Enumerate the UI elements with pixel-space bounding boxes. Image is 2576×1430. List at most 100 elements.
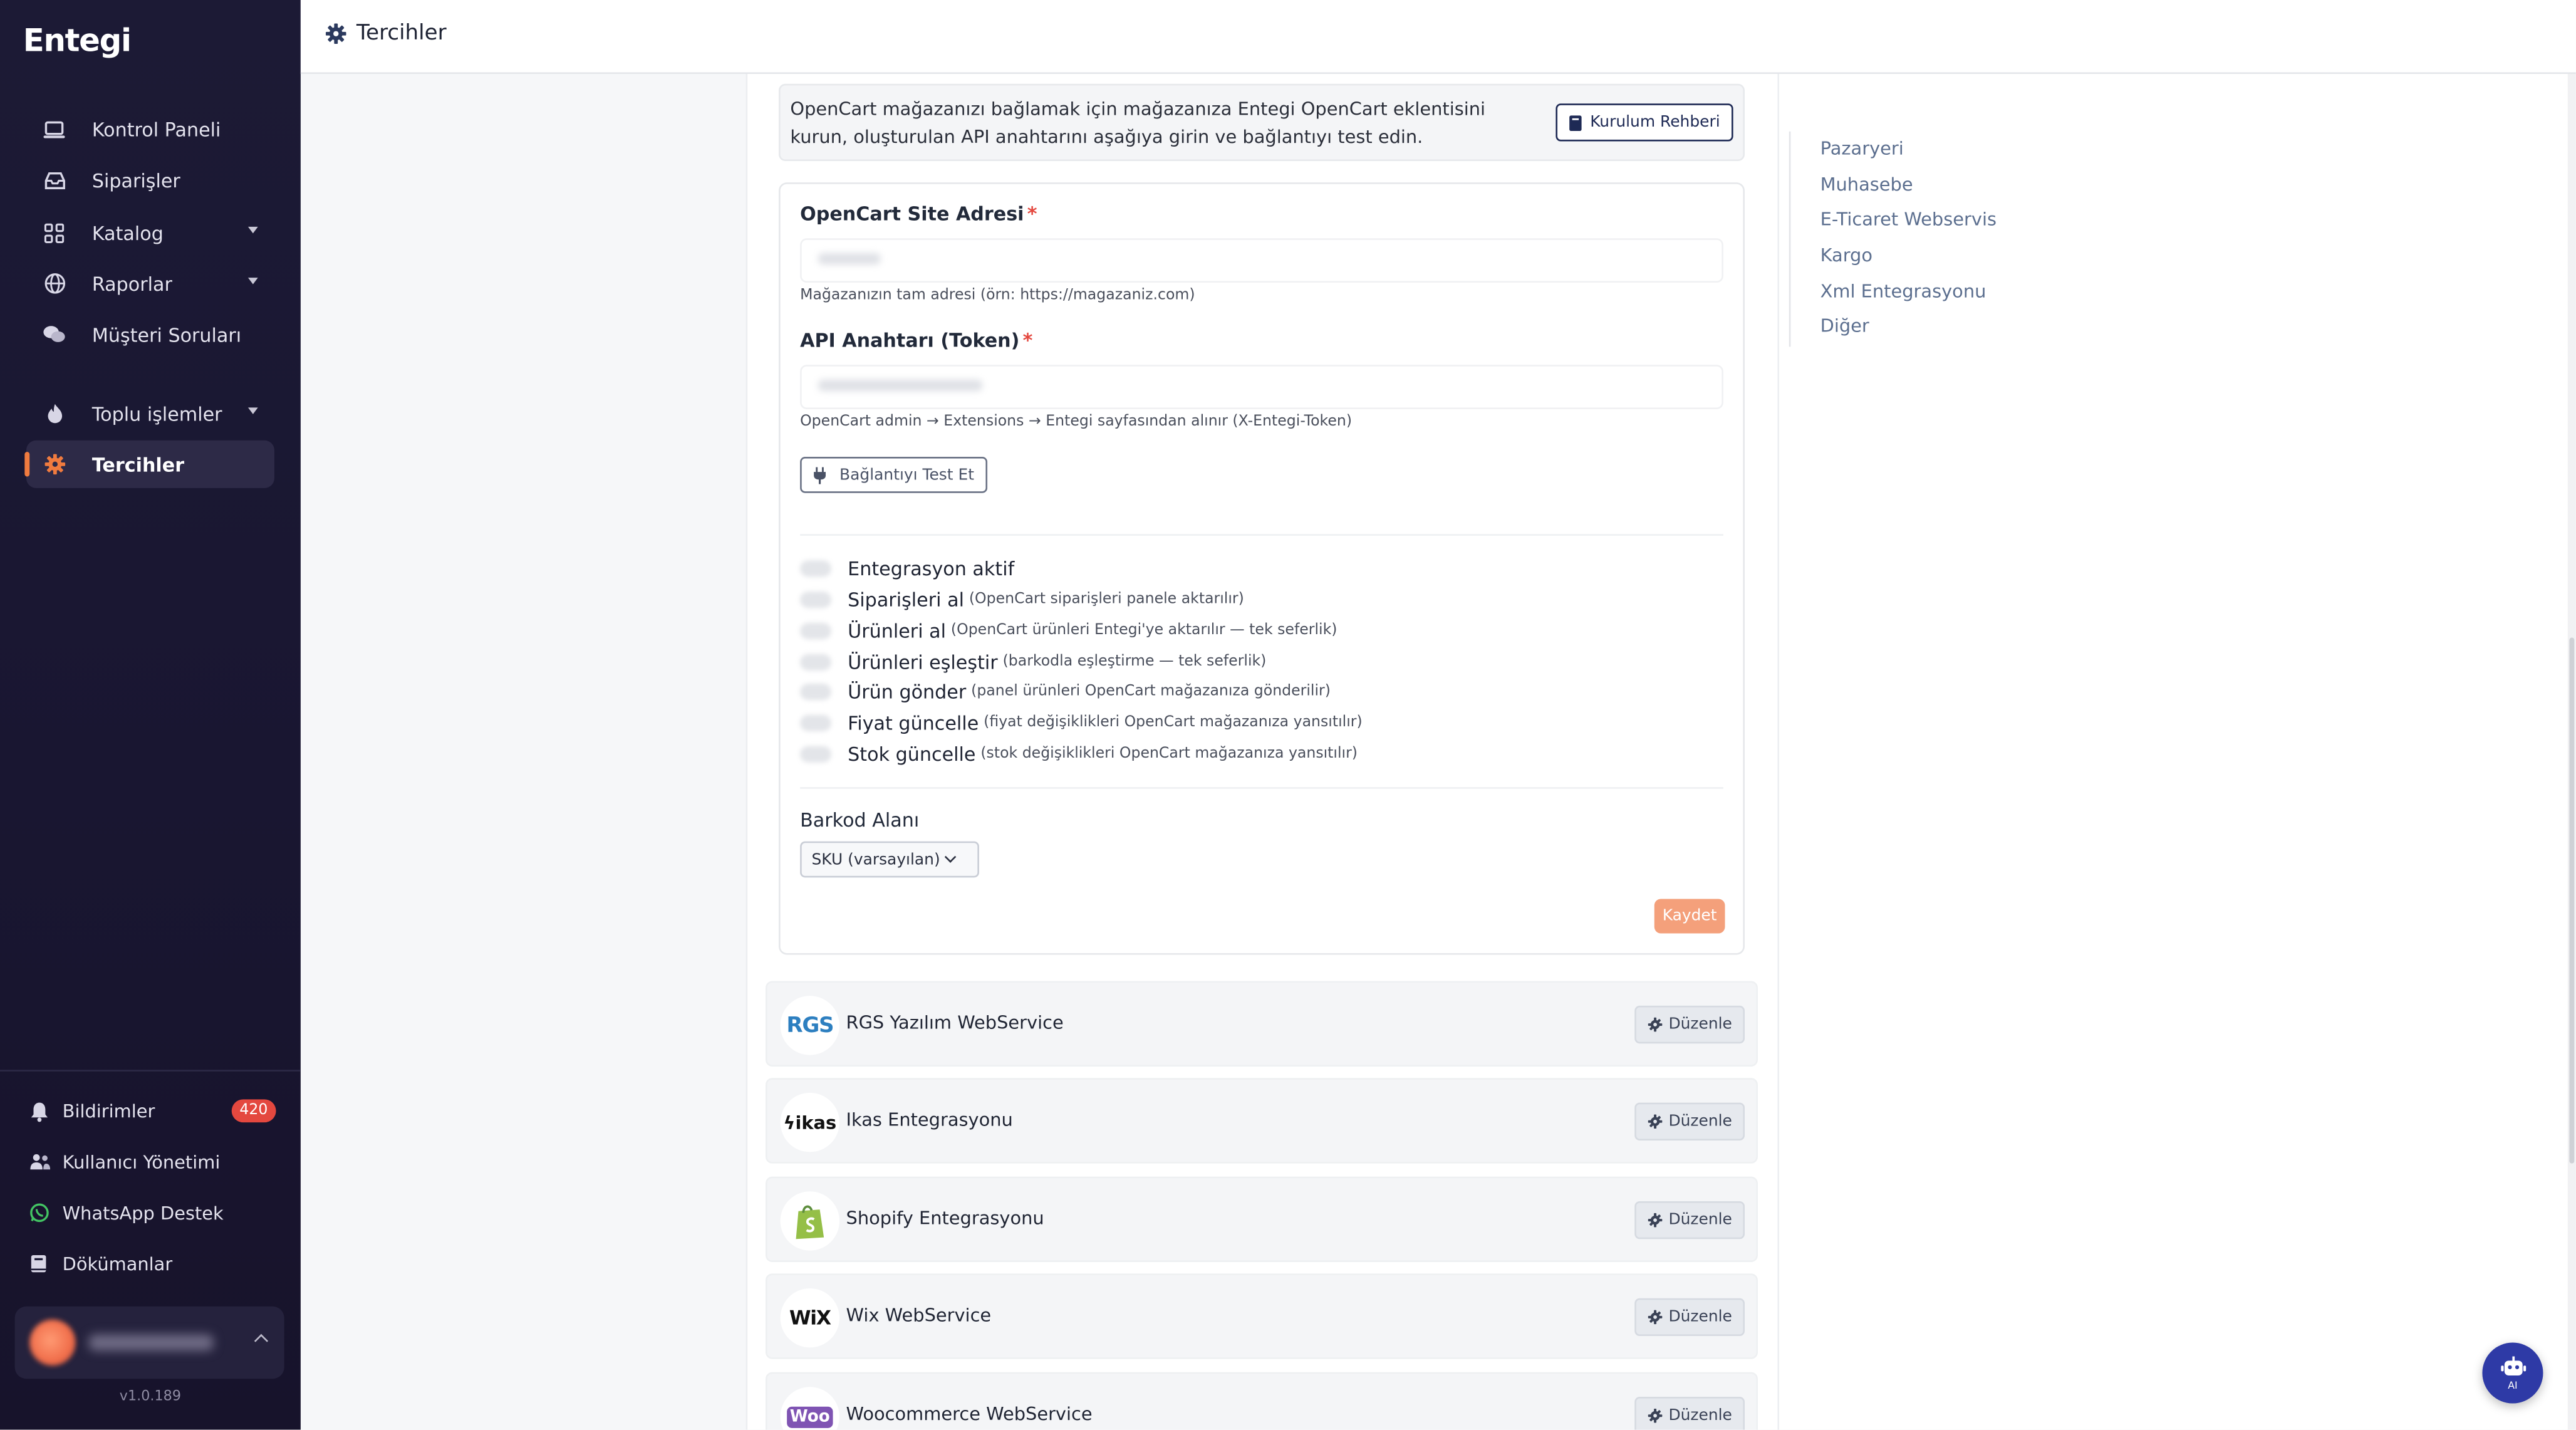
laptop-icon — [43, 118, 66, 141]
barcode-field-value: SKU (varsayılan) — [811, 850, 940, 869]
sidebar-item-label: Tercihler — [91, 452, 185, 476]
globe-icon — [43, 272, 66, 295]
app-logo[interactable]: Entegi — [23, 23, 132, 60]
sidebar-item-label: Kontrol Paneli — [91, 117, 221, 141]
scrollbar-thumb[interactable] — [2569, 637, 2575, 1164]
notifications-label: Bildirimler — [62, 1100, 155, 1122]
scrollbar[interactable] — [2567, 74, 2576, 1430]
toggle-label: Siparişleri al — [848, 588, 964, 612]
toggle-switch[interactable] — [800, 714, 831, 731]
gear-icon — [1647, 1408, 1662, 1423]
test-connection-button[interactable]: Bağlantıyı Test Et — [800, 457, 987, 493]
app-version: v1.0.189 — [119, 1388, 182, 1406]
sidebar-divider — [0, 1070, 301, 1072]
inbox-icon — [43, 169, 66, 192]
edit-button[interactable]: Düzenle — [1634, 1102, 1745, 1140]
sidebar-item-bulk-operations[interactable]: Toplu işlemler — [26, 390, 274, 437]
edit-button[interactable]: Düzenle — [1634, 1397, 1745, 1430]
integration-name: Ikas Entegrasyonu — [846, 1109, 1013, 1131]
section-link-marketplace[interactable]: Pazaryeri — [1820, 138, 1904, 159]
integration-row-wix: WiX Wix WebService Düzenle — [766, 1273, 1758, 1359]
documents-link[interactable]: Dökümanlar — [29, 1247, 276, 1280]
section-link-other[interactable]: Diğer — [1820, 316, 1869, 337]
integration-name: Woocommerce WebService — [846, 1403, 1093, 1425]
edit-button[interactable]: Düzenle — [1634, 1201, 1745, 1240]
shopify-bag-icon — [796, 1204, 824, 1238]
toggle-switch[interactable] — [800, 560, 831, 577]
edit-button-label: Düzenle — [1668, 1015, 1732, 1034]
avatar — [29, 1319, 76, 1366]
gear-icon — [1647, 1213, 1662, 1228]
section-link-accounting[interactable]: Muhasebe — [1820, 174, 1913, 196]
save-button[interactable]: Kaydet — [1654, 899, 1725, 934]
toggle-fetch-products[interactable]: Ürünleri al (OpenCart ürünleri Entegi'ye… — [800, 618, 1337, 644]
edit-button[interactable]: Düzenle — [1634, 1298, 1745, 1337]
section-link-xml-integration[interactable]: Xml Entegrasyonu — [1820, 281, 1987, 302]
user-management-link[interactable]: Kullanıcı Yönetimi — [29, 1146, 276, 1178]
whatsapp-support-link[interactable]: WhatsApp Destek — [29, 1196, 276, 1229]
edit-button[interactable]: Düzenle — [1634, 1005, 1745, 1044]
site-address-label: OpenCart Site Adresi * — [800, 202, 1037, 226]
edit-button-label: Düzenle — [1668, 1308, 1732, 1327]
blurred-value — [818, 253, 881, 265]
toggle-switch[interactable] — [800, 746, 831, 763]
sidebar-item-customer-questions[interactable]: Müşteri Soruları — [26, 311, 274, 358]
toggle-switch[interactable] — [800, 592, 831, 608]
barcode-field-select[interactable]: SKU (varsayılan) — [800, 841, 979, 878]
api-token-label: API Anahtarı (Token) * — [800, 328, 1032, 352]
sidebar-item-label: Toplu işlemler — [91, 402, 222, 425]
toggle-switch[interactable] — [800, 622, 831, 640]
api-token-label-text: API Anahtarı (Token) — [800, 328, 1020, 352]
divider — [800, 787, 1723, 789]
toggle-update-stock[interactable]: Stok güncelle (stok değişiklikleri OpenC… — [800, 741, 1358, 768]
required-mark: * — [1027, 202, 1037, 226]
sidebar-item-dashboard[interactable]: Kontrol Paneli — [26, 105, 274, 153]
toggle-fetch-orders[interactable]: Siparişleri al (OpenCart siparişleri pan… — [800, 587, 1244, 613]
toggle-description: (fiyat değişiklikleri OpenCart mağazanız… — [984, 714, 1363, 731]
right-rail — [1779, 74, 2568, 1430]
fire-icon — [43, 402, 66, 425]
test-connection-label: Bağlantıyı Test Et — [839, 466, 974, 484]
integration-row-rgs: RGS RGS Yazılım WebService Düzenle — [766, 981, 1758, 1067]
sidebar-item-label: Katalog — [91, 221, 164, 244]
woocommerce-logo-text: Woo — [786, 1406, 834, 1427]
toggle-label: Stok güncelle — [848, 743, 976, 766]
toggle-label: Ürün gönder — [848, 680, 967, 704]
sidebar-item-preferences[interactable]: Tercihler — [24, 440, 274, 488]
toggle-switch[interactable] — [800, 654, 831, 671]
sidebar-item-reports[interactable]: Raporlar — [26, 259, 274, 307]
toggle-update-prices[interactable]: Fiyat güncelle (fiyat değişiklikleri Ope… — [800, 710, 1363, 736]
toggle-description: (OpenCart siparişleri panele aktarılır) — [969, 592, 1244, 608]
site-address-label-text: OpenCart Site Adresi — [800, 202, 1024, 226]
user-menu[interactable] — [14, 1306, 284, 1379]
chevron-down-icon — [944, 851, 957, 863]
sidebar-item-catalog[interactable]: Katalog — [26, 209, 274, 256]
page-title-text: Tercihler — [356, 21, 447, 46]
section-link-ecommerce-webservice[interactable]: E-Ticaret Webservis — [1820, 209, 1997, 230]
sidebar-item-label: Raporlar — [91, 272, 172, 295]
notifications-link[interactable]: Bildirimler 420 — [29, 1095, 276, 1127]
wix-logo-text: WiX — [789, 1306, 831, 1330]
gear-icon — [325, 23, 346, 44]
opencart-info-box: OpenCart mağazanızı bağlamak için mağaza… — [779, 83, 1745, 161]
toggle-match-products[interactable]: Ürünleri eşleştir (barkodla eşleştirme —… — [800, 649, 1266, 676]
toggle-send-products[interactable]: Ürün gönder (panel ürünleri OpenCart mağ… — [800, 679, 1331, 705]
toggle-integration-active[interactable]: Entegrasyon aktif — [800, 555, 1019, 582]
bell-icon — [29, 1100, 51, 1122]
toggle-label: Ürünleri al — [848, 619, 947, 643]
setup-guide-button[interactable]: Kurulum Rehberi — [1555, 103, 1733, 142]
api-token-input[interactable] — [800, 365, 1723, 409]
site-address-input[interactable] — [800, 238, 1723, 283]
toggle-description: (panel ürünleri OpenCart mağazanıza gönd… — [971, 683, 1331, 701]
gear-icon — [1647, 1310, 1662, 1325]
sidebar-item-label: Müşteri Soruları — [91, 323, 242, 347]
sidebar-item-orders[interactable]: Siparişler — [26, 156, 274, 204]
setup-guide-label: Kurulum Rehberi — [1590, 113, 1720, 132]
ai-assistant-button[interactable]: AI — [2482, 1342, 2543, 1404]
section-link-cargo[interactable]: Kargo — [1820, 245, 1872, 266]
sidebar: Entegi Kontrol Paneli Siparişler Katalog — [0, 0, 301, 1430]
toggle-switch[interactable] — [800, 683, 831, 701]
ai-button-label: AI — [2508, 1379, 2518, 1391]
integration-name: Wix WebService — [846, 1305, 992, 1327]
book-icon — [1569, 114, 1584, 130]
